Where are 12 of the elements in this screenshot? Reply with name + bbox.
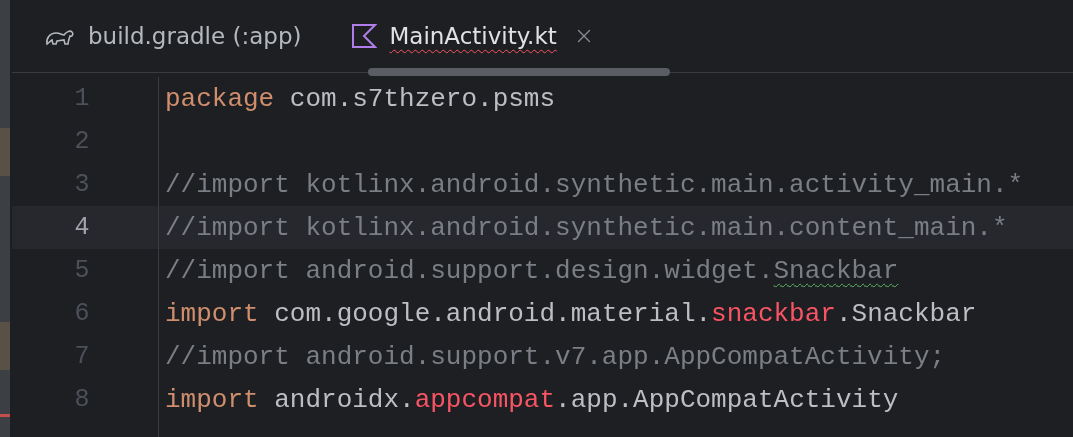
code-line: package com.s7thzero.psms [165,83,556,114]
editor-tab[interactable]: MainActivity.kt [341,0,605,72]
code-line: import com.google.android.material.snackbar.Snackbar [165,298,977,329]
line-number: 4 [12,206,158,249]
code-line: //import android.support.v7.app.AppCompatActivity; [165,341,946,372]
code-line: import androidx.appcompat.app.AppCompatActivity [165,384,899,415]
kotlin-file-icon [351,23,378,49]
code-line: //import kotlinx.android.synthetic.main.activity_main.* [165,169,1024,200]
editor-tab[interactable]: build.gradle (:app) [34,0,312,72]
tab-scrollbar[interactable] [368,68,670,76]
code-line: //import kotlinx.android.synthetic.main.content_main.* [165,212,1008,243]
code-line: //import android.support.design.widget.Snackbar [165,255,899,286]
